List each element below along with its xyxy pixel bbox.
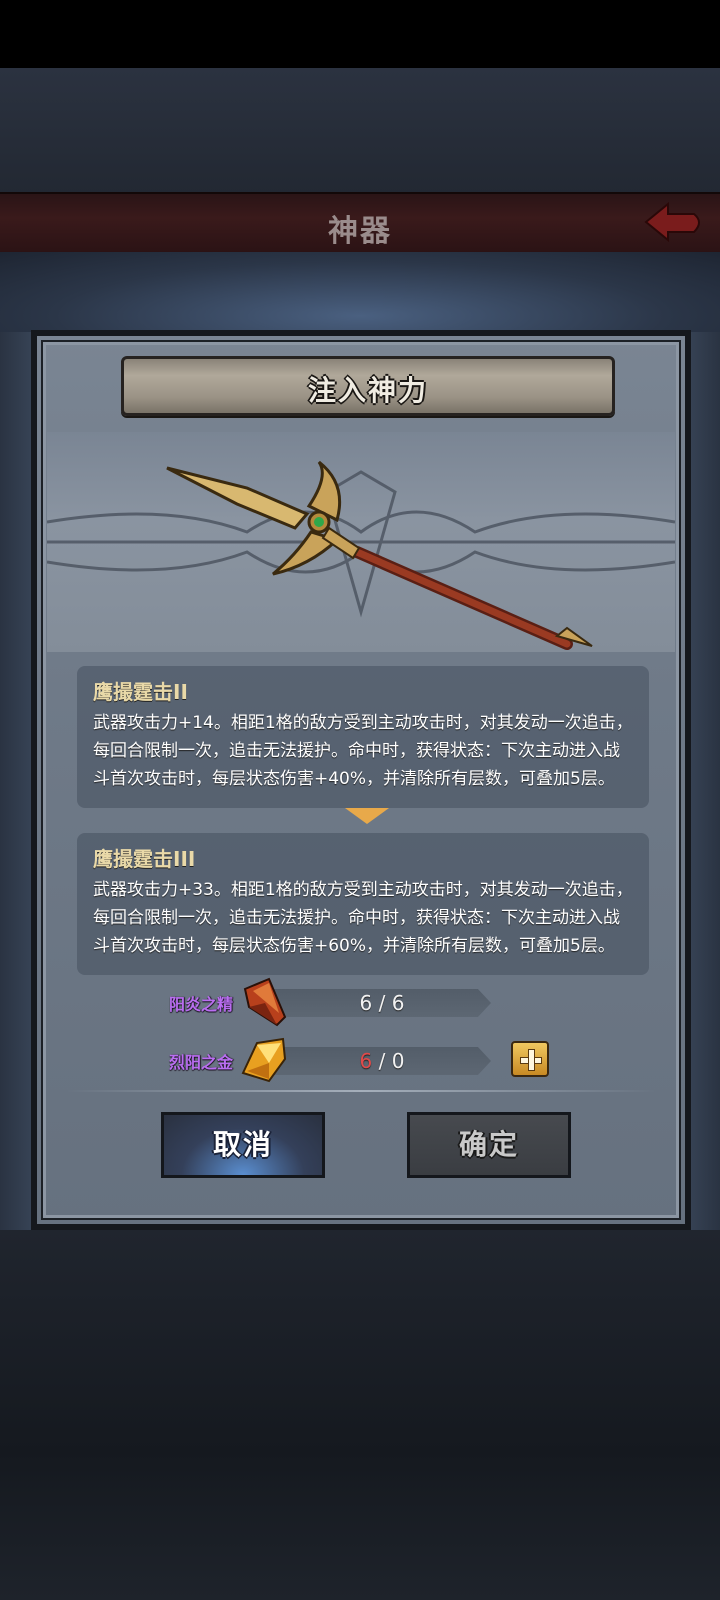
background-bottom	[0, 1230, 720, 1600]
upgrade-arrow-icon	[345, 808, 389, 824]
next-skill-description: 武器攻击力+33。相距1格的敌方受到主动攻击时，对其发动一次追击，每回合限制一次…	[93, 880, 633, 956]
next-skill-panel: 鹰撮霆击III 武器攻击力+33。相距1格的敌方受到主动攻击时，对其发动一次追击…	[77, 833, 649, 975]
back-arrow-icon[interactable]	[642, 200, 706, 244]
divider	[67, 1090, 655, 1092]
background-top	[0, 68, 720, 198]
dialog-title-plate: 注入神力	[121, 356, 615, 416]
material-count: 6 / 6	[359, 991, 405, 1015]
material-have: 6	[359, 1049, 373, 1073]
material-name: 阳炎之精	[168, 995, 233, 1014]
material-row: 烈阳之金 6 / 0	[147, 1037, 607, 1083]
material-need: 0	[391, 1049, 405, 1073]
page-title: 神器	[328, 214, 392, 249]
next-skill-name: 鹰撮霆击III	[93, 847, 196, 871]
material-need: 6	[391, 991, 405, 1015]
infuse-dialog: 注入神力 鹰撮霆击II 武器攻击力+14。相距1格的敌方受到主动攻击时，对其发动…	[31, 330, 691, 1230]
material-have: 6	[359, 991, 373, 1015]
background-scene	[0, 252, 720, 332]
status-bar	[0, 0, 720, 68]
dialog-title: 注入神力	[307, 374, 428, 407]
material-count: 6 / 0	[359, 1049, 405, 1073]
material-row: 阳炎之精 6 / 6	[147, 977, 607, 1027]
weapon-banner	[47, 432, 675, 652]
current-skill-name: 鹰撮霆击II	[93, 680, 188, 704]
add-material-button[interactable]	[511, 1041, 549, 1077]
spear-icon	[47, 460, 675, 650]
current-skill-panel: 鹰撮霆击II 武器攻击力+14。相距1格的敌方受到主动攻击时，对其发动一次追击，…	[77, 666, 649, 808]
header-bar: 神器	[0, 192, 720, 257]
current-skill-description: 武器攻击力+14。相距1格的敌方受到主动攻击时，对其发动一次追击，每回合限制一次…	[93, 713, 633, 789]
cancel-button[interactable]: 取消	[161, 1112, 325, 1178]
confirm-button[interactable]: 确定	[407, 1112, 571, 1178]
material-name: 烈阳之金	[168, 1053, 233, 1072]
